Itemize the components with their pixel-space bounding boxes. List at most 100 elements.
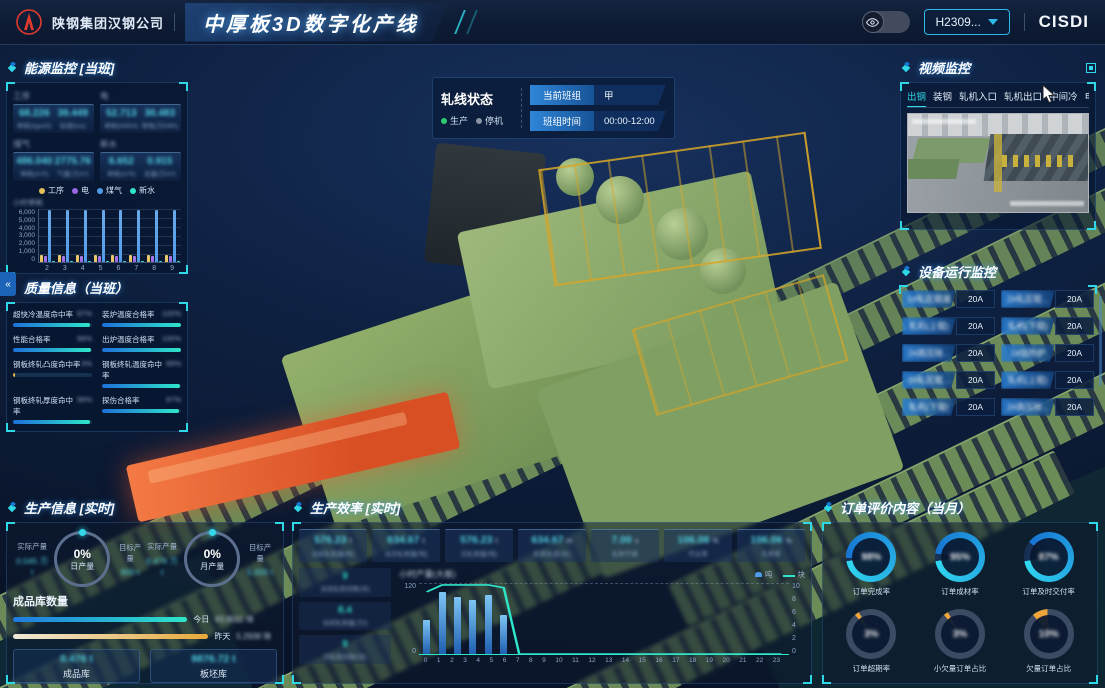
bar — [169, 256, 172, 262]
stat-value: 576.23 t — [301, 534, 365, 546]
equipment-scrollbar[interactable] — [1099, 296, 1102, 386]
status-dot-icon — [476, 118, 482, 124]
energy-chart-y-title: 小时单耗 — [13, 197, 181, 208]
order-ring-value: 98% — [861, 552, 881, 563]
quality-item: 钢板终轧凸度命中率3% — [13, 359, 92, 388]
energy-metric: 0.915总量(万m³) — [141, 156, 180, 178]
energy-metric-label: 单耗(m³/t) — [102, 168, 141, 178]
efficiency-stat-card: 634.67 m轧制长度(米) — [518, 529, 586, 562]
axis-tick: 3 — [63, 265, 67, 272]
axis-tick: 16 — [655, 657, 662, 664]
legend-label: 工序 — [48, 185, 64, 196]
progress-track — [13, 348, 92, 352]
energy-metric-label: 单耗(kgce/t) — [15, 120, 54, 130]
energy-group: 新水6.652单耗(m³/t)0.915总量(万m³) — [100, 137, 181, 181]
equipment-value: 20A — [1055, 344, 1094, 362]
bar — [80, 256, 83, 262]
bar — [62, 256, 65, 262]
energy-metric: 39.449标煤(tce) — [54, 108, 93, 130]
equipment-value: 20A — [956, 398, 995, 416]
legend-dot-icon — [39, 188, 45, 194]
gauge-target-value: 900 t — [115, 567, 145, 577]
warehouse-boxes: 0.476 t成品库8876.72 t板坯库 — [13, 649, 277, 683]
axis-tick: 4 — [792, 622, 805, 629]
order-select-dropdown[interactable]: H2309... — [924, 9, 1010, 35]
efficiency-side-box: 9日轧制块数(块) — [299, 635, 391, 664]
header-divider — [174, 13, 175, 31]
stat-unit: t — [495, 538, 497, 545]
bar — [76, 255, 79, 262]
legend-item: 新水 — [130, 185, 155, 196]
panel-expand-icon[interactable] — [1086, 63, 1096, 73]
stock-title: 成品库数量 — [13, 593, 277, 609]
quality-item: 钢板终轧温度命中率99% — [102, 359, 181, 388]
warehouse-box: 0.476 t成品库 — [13, 649, 140, 683]
line-status-title: 轧线状态 — [441, 89, 513, 108]
header-actions: H2309... CISDI — [862, 9, 1089, 35]
bar — [147, 255, 150, 262]
video-feed[interactable] — [907, 113, 1089, 213]
quality-label: 探伤合格率 — [102, 395, 140, 406]
efficiency-stat-card: 106.06 %作业率 — [664, 529, 732, 562]
efficiency-stat-card: 576.23 t当班轧制量(吨) — [299, 529, 367, 562]
quality-label: 出炉温度合格率 — [102, 334, 155, 345]
quality-item: 超快冷温度命中率97% — [13, 309, 92, 327]
quality-percent: 97% — [166, 395, 181, 406]
order-ring-label: 订单及时交付率 — [1022, 586, 1075, 597]
efficiency-stat-card: 634.67 t当月轧制量(吨) — [372, 529, 440, 562]
hourly-chart-line — [419, 583, 789, 654]
gauge-name: 月产量 — [200, 561, 224, 572]
order-ring-value: 3% — [864, 629, 878, 640]
video-tab-轧机出口[interactable]: 轧机出口 — [1004, 89, 1042, 103]
equipment-value: 20A — [1055, 371, 1094, 389]
progress-fill — [13, 323, 90, 327]
panel-energy-monitor: 能源监控 [当班] 工序68.226单耗(kgce/t)39.449标煤(tce… — [6, 58, 188, 274]
line-status-chips: 当前班组甲班组时间00:00-12:00 — [530, 85, 666, 131]
video-frame-rail — [1002, 155, 1078, 167]
axis-tick: 3 — [463, 657, 467, 664]
video-tab-出钢[interactable]: 出钢 — [907, 89, 926, 103]
stock-bar-value: 63.8011 块 — [215, 614, 254, 625]
equipment-item: 1#加热炉20A — [1001, 344, 1094, 362]
order-ring-value: 87% — [1039, 552, 1059, 563]
energy-metric-label: 单耗(kWh/t) — [102, 120, 141, 130]
bar — [159, 261, 162, 262]
hourly-legend-item: 吨 — [755, 569, 773, 580]
energy-metric-value: 6.652 — [102, 156, 141, 167]
company-logo-icon — [16, 9, 42, 35]
bar — [48, 210, 51, 262]
company-name: 陕钢集团汉钢公司 — [52, 13, 164, 32]
stock-bar-value: 5.2938 块 — [236, 631, 271, 642]
visibility-toggle[interactable] — [862, 11, 910, 33]
video-tab-轧机入口[interactable]: 轧机入口 — [959, 89, 997, 103]
energy-metric-value: 0.915 — [141, 156, 180, 167]
equipment-label: 轧机(上辊) — [902, 317, 956, 335]
bar-group — [94, 209, 109, 262]
diamond-icon — [6, 62, 18, 74]
progress-track — [102, 323, 181, 327]
stat-unit: t — [422, 538, 424, 545]
axis-tick: 8 — [792, 596, 805, 603]
stat-value: 634.67 m — [520, 534, 584, 546]
panel-equipment-monitor: 设备运行监控 1#轧区辊道20A2#轧区辊...20A轧机(上辊)20A轧机(下… — [900, 262, 1096, 420]
panel-production-efficiency: 生产效率 [实时] 576.23 t当班轧制量(吨)634.67 t当月轧制量(… — [292, 498, 812, 684]
warehouse-value: 0.476 t — [60, 653, 93, 665]
quality-label: 钢板终轧温度命中率 — [102, 359, 166, 381]
ring-gauge: 0%日产量 — [54, 531, 110, 587]
bar-group — [165, 209, 180, 262]
bar — [102, 210, 105, 262]
equipment-label: 轧机(下辊) — [902, 398, 956, 416]
quality-label: 超快冷温度命中率 — [13, 309, 73, 320]
stat-value: 106.06 % — [666, 534, 730, 546]
axis-tick: 19 — [706, 657, 713, 664]
gauge-percent: 0% — [74, 547, 91, 561]
video-tab-电动辊道[interactable]: 电动辊道 — [1085, 89, 1089, 103]
progress-track — [102, 384, 181, 388]
gauge-actual: 实际产量0.045 万t — [15, 541, 49, 577]
panel-collapse-handle[interactable]: « — [0, 272, 16, 296]
video-tab-装钢[interactable]: 装钢 — [933, 89, 952, 103]
quality-item-header: 出炉温度合格率100% — [102, 334, 181, 345]
diamond-icon — [900, 266, 912, 278]
bar — [70, 261, 73, 262]
quality-percent: 98% — [77, 395, 92, 417]
